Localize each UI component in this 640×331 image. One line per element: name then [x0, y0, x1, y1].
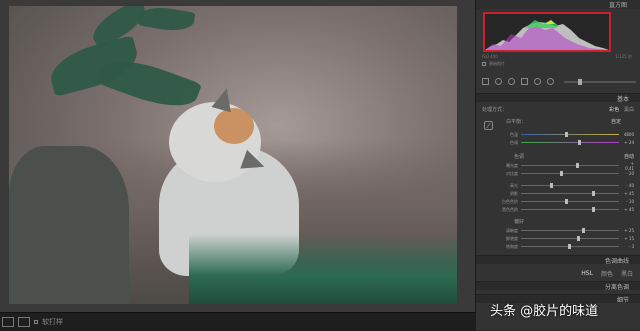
- slider-track[interactable]: [521, 228, 619, 233]
- highlights-slider[interactable]: 高光 - 40: [484, 182, 634, 189]
- treatment-label: 处理方式：: [482, 107, 508, 113]
- histogram-header[interactable]: 直方图: [476, 0, 640, 9]
- slider-track[interactable]: [521, 191, 619, 196]
- slider-value[interactable]: + 45: [622, 191, 634, 196]
- hsl-tabs: HSL 颜色 黑白: [476, 268, 640, 278]
- clarity-slider[interactable]: 清晰度 + 25: [484, 227, 634, 234]
- presence-group-title: 偏好: [484, 218, 634, 225]
- exposure-slider[interactable]: 曝光度 + 0.41: [484, 161, 634, 171]
- treatment-row: 处理方式： 彩色 黑白: [482, 106, 634, 113]
- slider-value[interactable]: 4800: [622, 132, 634, 137]
- brush-icon[interactable]: [547, 78, 554, 85]
- slider-value[interactable]: + 15: [622, 236, 634, 241]
- tool-strip: [482, 76, 636, 87]
- red-eye-icon[interactable]: [508, 78, 515, 85]
- soft-proof-checkbox[interactable]: [34, 320, 38, 324]
- tool-slider[interactable]: [564, 78, 636, 85]
- original-photo-checkbox[interactable]: [482, 62, 486, 66]
- tint-slider[interactable]: 色调 + 24: [484, 139, 634, 146]
- slider-label: 清晰度: [506, 227, 518, 233]
- slider-label: 高光: [510, 182, 518, 188]
- slider-value[interactable]: + 25: [622, 228, 634, 233]
- slider-track[interactable]: [521, 207, 619, 212]
- slider-track[interactable]: [521, 244, 619, 249]
- soft-proof-label: 软打样: [42, 318, 63, 326]
- contrast-slider[interactable]: 对比度 - 20: [484, 170, 634, 177]
- wb-value-dropdown[interactable]: 自定: [611, 118, 621, 125]
- basic-section-header[interactable]: 基本: [476, 93, 640, 103]
- tab-color[interactable]: 颜色: [601, 269, 613, 278]
- slider-track[interactable]: [521, 132, 619, 137]
- slider-label: 白色色阶: [502, 198, 518, 204]
- original-photo-row[interactable]: 原始照片: [482, 61, 505, 67]
- slider-label: 色调: [510, 139, 518, 145]
- slider-value[interactable]: - 10: [622, 199, 634, 204]
- slider-track[interactable]: [521, 171, 619, 176]
- eyedropper-icon[interactable]: ⁄: [484, 121, 493, 130]
- before-after-button[interactable]: [18, 317, 30, 327]
- slider-track[interactable]: [521, 163, 619, 168]
- shadows-slider[interactable]: 阴影 + 45: [484, 190, 634, 197]
- photo-grass: [189, 234, 457, 304]
- slider-label: 对比度: [506, 170, 518, 176]
- slider-value[interactable]: + 45: [622, 207, 634, 212]
- auto-button[interactable]: 自动: [624, 153, 634, 160]
- crop-tool-icon[interactable]: [482, 78, 489, 85]
- slider-value[interactable]: + 0.41: [622, 161, 634, 171]
- original-photo-label: 原始照片: [489, 61, 505, 66]
- presence-title: 偏好: [514, 219, 525, 225]
- cat-photo[interactable]: [9, 6, 457, 304]
- histogram-graph: [485, 20, 609, 50]
- histogram-info: ISO 400 1/125 秒: [482, 54, 632, 60]
- slider-label: 饱和度: [506, 243, 518, 249]
- slider-label: 黑色色阶: [502, 206, 518, 212]
- temp-slider[interactable]: 色温 4800: [484, 131, 634, 138]
- slider-value[interactable]: - 3: [622, 244, 634, 249]
- white-balance-row: 白平衡： 自定: [506, 118, 621, 125]
- photo-rock: [9, 146, 129, 304]
- slider-label: 色温: [510, 131, 518, 137]
- cat-patch: [214, 108, 254, 144]
- tone-group-title: 色调 自动: [484, 153, 634, 160]
- photo-canvas[interactable]: [0, 0, 475, 312]
- slider-label: 阴影: [510, 190, 518, 196]
- slider-track[interactable]: [521, 140, 619, 145]
- graduated-filter-icon[interactable]: [521, 78, 528, 85]
- vibrance-slider[interactable]: 鲜艳度 + 15: [484, 235, 634, 242]
- develop-panel: 直方图 ISO 400 1/125 秒 原始照片 基本 处理方式： 彩色 黑白: [475, 0, 640, 330]
- split-toning-section-header[interactable]: 分离色调: [476, 281, 640, 291]
- iso-value: ISO 400: [482, 54, 498, 59]
- shutter-value: 1/125 秒: [615, 54, 632, 59]
- radial-filter-icon[interactable]: [534, 78, 541, 85]
- tone-curve-section-header[interactable]: 色调曲线: [476, 255, 640, 265]
- treatment-bw-option[interactable]: 黑白: [624, 107, 634, 113]
- saturation-slider[interactable]: 饱和度 - 3: [484, 243, 634, 250]
- bottom-toolbar: 软打样: [0, 312, 477, 331]
- treatment-color-option[interactable]: 彩色: [609, 107, 619, 113]
- slider-track[interactable]: [521, 236, 619, 241]
- slider-label: 鲜艳度: [506, 235, 518, 241]
- slider-value[interactable]: + 24: [622, 140, 634, 145]
- photo-leaf: [137, 6, 196, 35]
- histogram[interactable]: [483, 12, 611, 52]
- slider-track[interactable]: [521, 199, 619, 204]
- slider-label: 曝光度: [506, 162, 518, 168]
- wb-label: 白平衡：: [506, 119, 527, 125]
- blacks-slider[interactable]: 黑色色阶 + 45: [484, 206, 634, 213]
- watermark: 头条 @胶片的味道: [490, 304, 599, 319]
- slider-value[interactable]: - 40: [622, 183, 634, 188]
- tone-title: 色调: [514, 154, 525, 160]
- tab-bw[interactable]: 黑白: [621, 269, 633, 278]
- whites-slider[interactable]: 白色色阶 - 10: [484, 198, 634, 205]
- spot-removal-icon[interactable]: [495, 78, 502, 85]
- slider-track[interactable]: [521, 183, 619, 188]
- loupe-view-button[interactable]: [2, 317, 14, 327]
- slider-value[interactable]: - 20: [622, 171, 634, 176]
- tab-hsl[interactable]: HSL: [581, 270, 593, 277]
